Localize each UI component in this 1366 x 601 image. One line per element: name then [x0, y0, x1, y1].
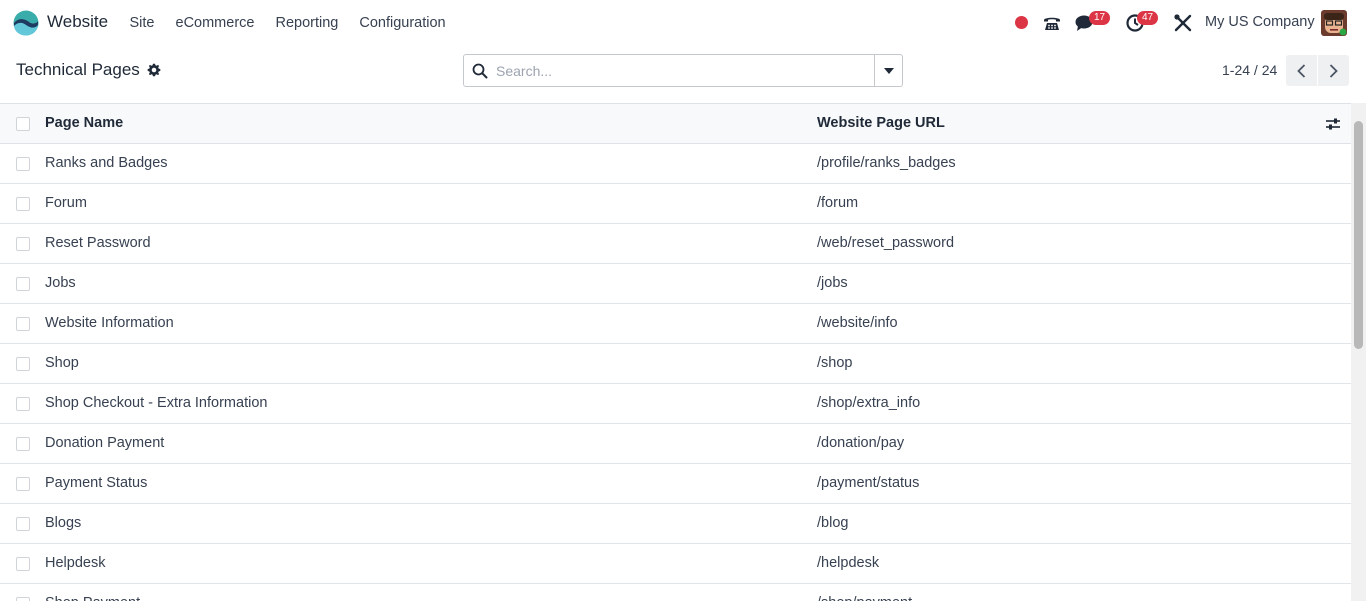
menu-item-site[interactable]: Site [119, 0, 165, 46]
page-name-cell[interactable]: Website Information [45, 315, 174, 331]
page-url-cell[interactable]: /donation/pay [817, 435, 904, 451]
page-url-cell[interactable]: /blog [817, 515, 848, 531]
row-checkbox[interactable] [16, 437, 30, 451]
row-checkbox[interactable] [16, 597, 30, 601]
row-checkbox[interactable] [16, 397, 30, 411]
website-app-icon[interactable] [13, 10, 39, 36]
optional-columns-icon[interactable] [1325, 116, 1341, 132]
menu-item-reporting[interactable]: Reporting [265, 0, 349, 46]
row-checkbox[interactable] [16, 317, 30, 331]
page-name-cell[interactable]: Reset Password [45, 235, 151, 251]
page-name-cell[interactable]: Jobs [45, 275, 76, 291]
search-icon-container [464, 55, 496, 86]
page-url-cell[interactable]: /web/reset_password [817, 235, 954, 251]
page-url-cell[interactable]: /profile/ranks_badges [817, 155, 956, 171]
page-name-cell[interactable]: Payment Status [45, 475, 147, 491]
page-name-cell[interactable]: Blogs [45, 515, 81, 531]
table-row[interactable]: Donation Payment/donation/pay [0, 424, 1351, 464]
page-url-cell[interactable]: /website/info [817, 315, 898, 331]
messages-badge: 17 [1089, 11, 1111, 25]
pager-next-button[interactable] [1318, 55, 1349, 86]
page-title: Technical Pages [16, 60, 140, 79]
row-checkbox[interactable] [16, 477, 30, 491]
table-header: Page Name Website Page URL [0, 104, 1351, 144]
page-url-cell[interactable]: /payment/status [817, 475, 919, 491]
table-row[interactable]: Shop/shop [0, 344, 1351, 384]
page-name-cell[interactable]: Shop Payment [45, 595, 140, 601]
table-row[interactable]: Payment Status/payment/status [0, 464, 1351, 504]
search-options-toggle[interactable] [874, 55, 902, 86]
table-row[interactable]: Website Information/website/info [0, 304, 1351, 344]
search-bar [463, 54, 903, 87]
page-url-cell[interactable]: /shop [817, 355, 852, 371]
row-checkbox[interactable] [16, 197, 30, 211]
select-all-checkbox[interactable] [16, 117, 30, 131]
row-checkbox[interactable] [16, 157, 30, 171]
chevron-left-icon [1297, 63, 1306, 78]
debug-tools-icon[interactable] [1172, 12, 1194, 34]
phone-icon[interactable] [1041, 12, 1063, 34]
company-switcher[interactable]: My US Company [1205, 14, 1315, 30]
scrollbar-thumb[interactable] [1354, 121, 1363, 349]
table-body: Ranks and Badges/profile/ranks_badges For… [0, 144, 1351, 601]
row-checkbox[interactable] [16, 517, 30, 531]
page-name-cell[interactable]: Shop Checkout - Extra Information [45, 395, 267, 411]
table-row[interactable]: Ranks and Badges/profile/ranks_badges [0, 144, 1351, 184]
table-row[interactable]: Forum/forum [0, 184, 1351, 224]
page-url-cell[interactable]: /forum [817, 195, 858, 211]
page-url-cell[interactable]: /helpdesk [817, 555, 879, 571]
page-url-cell[interactable]: /jobs [817, 275, 848, 291]
scrollbar[interactable] [1351, 103, 1366, 601]
search-input[interactable] [496, 55, 874, 86]
row-checkbox[interactable] [16, 237, 30, 251]
page-url-cell[interactable]: /shop/payment [817, 595, 912, 601]
recording-indicator-icon[interactable] [1015, 16, 1028, 29]
pager-previous-button[interactable] [1286, 55, 1317, 86]
row-checkbox[interactable] [16, 277, 30, 291]
gear-icon[interactable] [147, 63, 161, 77]
table-row[interactable]: Helpdesk/helpdesk [0, 544, 1351, 584]
page-name-cell[interactable]: Helpdesk [45, 555, 105, 571]
caret-down-icon [883, 67, 894, 74]
table-row[interactable]: Jobs/jobs [0, 264, 1351, 304]
table-row[interactable]: Blogs/blog [0, 504, 1351, 544]
column-header-url[interactable]: Website Page URL [817, 115, 945, 131]
main-menu: Site eCommerce Reporting Configuration [119, 0, 456, 46]
menu-item-ecommerce[interactable]: eCommerce [165, 0, 265, 46]
table-row[interactable]: Shop Payment/shop/payment [0, 584, 1351, 601]
page-name-cell[interactable]: Donation Payment [45, 435, 164, 451]
table-row[interactable]: Shop Checkout - Extra Information/shop/e… [0, 384, 1351, 424]
row-checkbox[interactable] [16, 357, 30, 371]
breadcrumb: Technical Pages [16, 60, 161, 80]
page-name-cell[interactable]: Ranks and Badges [45, 155, 168, 171]
user-avatar[interactable] [1321, 10, 1347, 36]
activities-badge: 47 [1137, 11, 1159, 25]
pager-value[interactable]: 1-24 / 24 [1222, 62, 1277, 78]
app-name[interactable]: Website [47, 12, 108, 32]
page-name-cell[interactable]: Shop [45, 355, 79, 371]
column-header-page-name[interactable]: Page Name [45, 115, 123, 131]
menu-item-configuration[interactable]: Configuration [349, 0, 456, 46]
row-checkbox[interactable] [16, 557, 30, 571]
pages-list: Page Name Website Page URL Ranks and Bad… [0, 103, 1351, 601]
table-row[interactable]: Reset Password/web/reset_password [0, 224, 1351, 264]
search-icon [472, 63, 488, 78]
page-name-cell[interactable]: Forum [45, 195, 87, 211]
top-navbar: Website Site eCommerce Reporting Configu… [0, 0, 1366, 46]
chevron-right-icon [1329, 63, 1338, 78]
page-url-cell[interactable]: /shop/extra_info [817, 395, 920, 411]
